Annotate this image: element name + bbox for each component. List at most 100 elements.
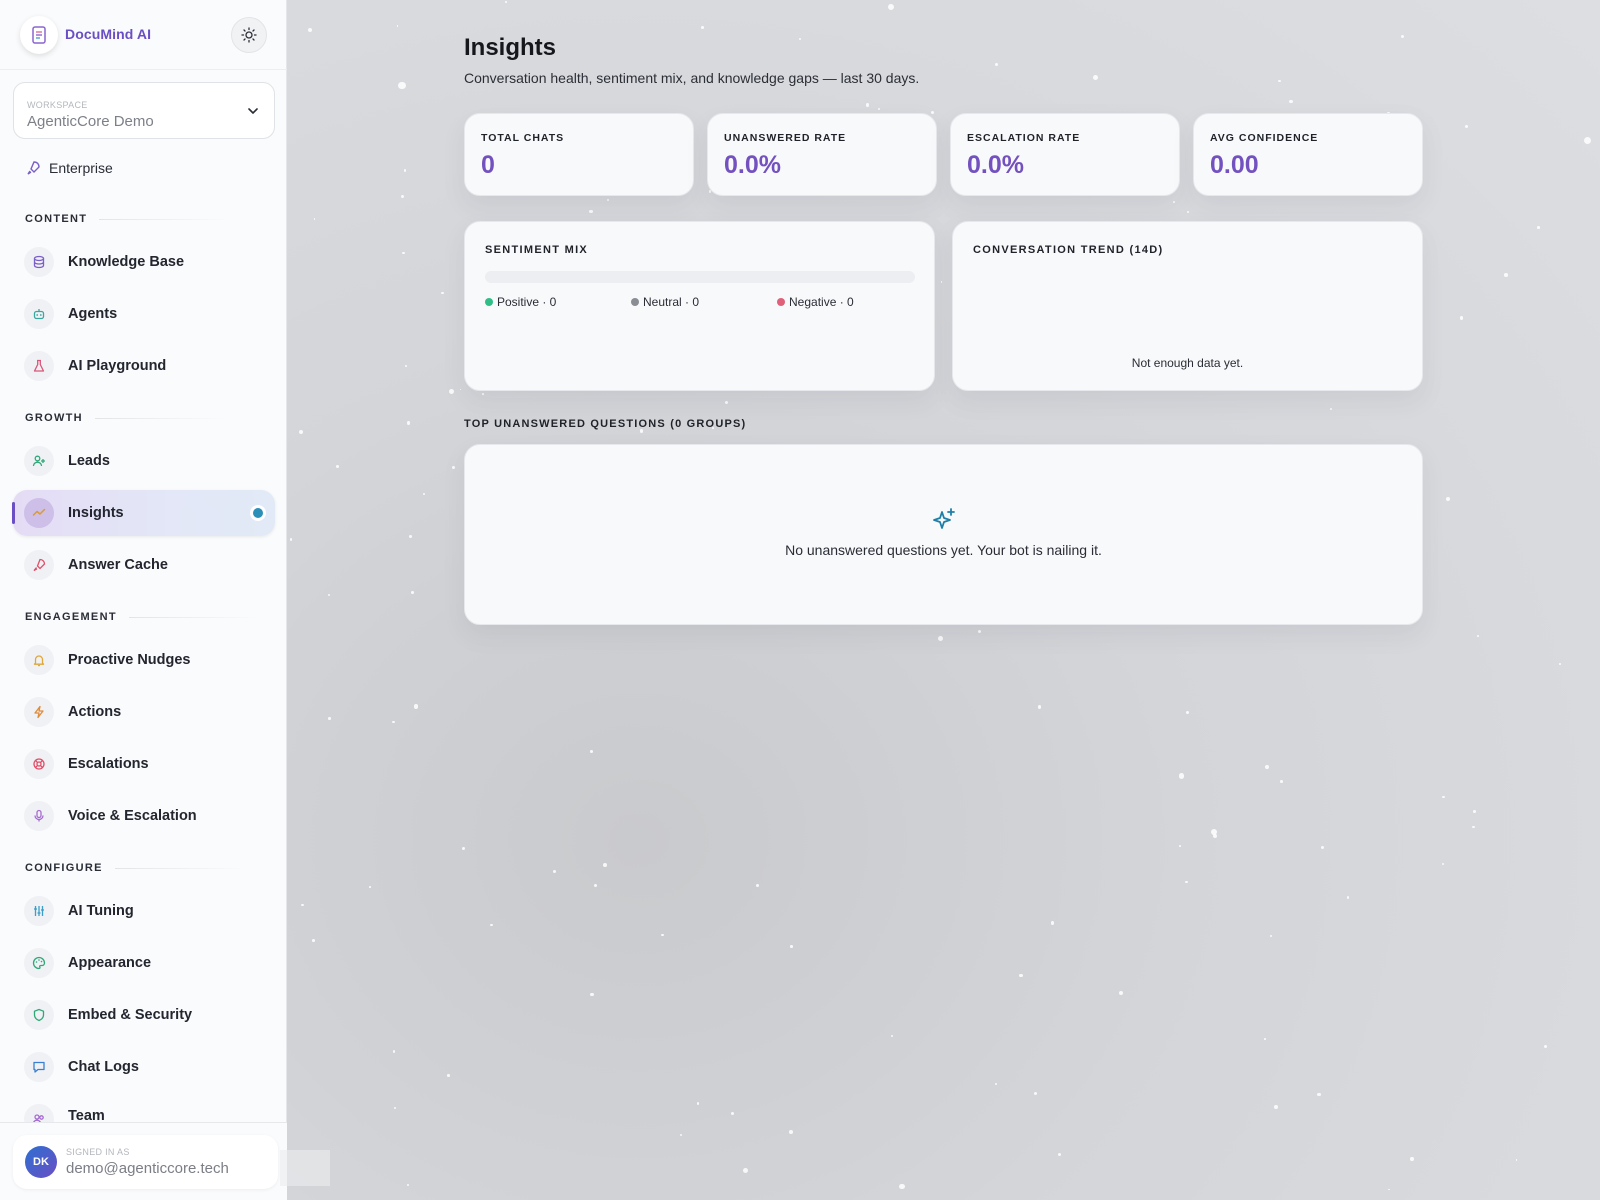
star-dot (335, 464, 339, 468)
section-title-growth: GROWTH (25, 412, 83, 424)
sidebar-item-agents[interactable]: Agents (13, 291, 275, 337)
star-dot (603, 863, 608, 868)
sidebar-item-proactive-nudges[interactable]: Proactive Nudges (13, 637, 275, 683)
sidebar-item-label: Team (68, 1108, 105, 1122)
star-dot (396, 25, 399, 27)
sidebar-item-voice-escalation[interactable]: Voice & Escalation (13, 793, 275, 839)
star-dot (1515, 1159, 1518, 1161)
robot-icon (24, 299, 54, 329)
star-dot (1178, 773, 1185, 779)
legend-neutral: Neutral · 0 (631, 295, 699, 309)
star-dot (481, 393, 484, 396)
star-dot (1347, 896, 1350, 899)
section-content: CONTENT (25, 213, 230, 225)
sidebar-item-leads[interactable]: Leads (13, 438, 275, 484)
user-card[interactable]: DK SIGNED IN AS demo@agenticcore.tech (13, 1135, 278, 1189)
star-dot (696, 1102, 699, 1105)
panel-title: SENTIMENT MIX (485, 244, 589, 256)
star-dot (1583, 136, 1591, 145)
sidebar-item-label: Appearance (68, 955, 152, 971)
plan-label: Enterprise (49, 160, 113, 176)
star-dot (940, 280, 943, 283)
sidebar-item-actions[interactable]: Actions (13, 689, 275, 735)
star-dot (1280, 780, 1283, 783)
conversation-trend-card: CONVERSATION TREND (14D) Not enough data… (952, 221, 1423, 391)
kpi-card-escalation-rate: ESCALATION RATE 0.0% (950, 113, 1180, 196)
palette-icon (24, 948, 54, 978)
star-dot (462, 847, 466, 851)
star-dot (1050, 921, 1054, 925)
star-dot (730, 1111, 735, 1116)
tooltip-ghost (280, 1150, 330, 1186)
star-dot (440, 291, 444, 295)
user-email: demo@agenticcore.tech (66, 1160, 229, 1177)
star-dot (1019, 973, 1023, 978)
star-dot (995, 62, 999, 66)
star-dot (931, 111, 935, 115)
panel-title: CONVERSATION TREND (14D) (973, 244, 1164, 256)
star-dot (888, 4, 895, 11)
sidebar-item-insights[interactable]: Insights (12, 490, 275, 536)
sidebar-item-ai-playground[interactable]: AI Playground (13, 343, 275, 389)
star-dot (1543, 1044, 1548, 1048)
star-dot (369, 886, 371, 888)
workspace-selector[interactable]: WORKSPACE AgenticCore Demo (13, 82, 275, 139)
star-dot (938, 636, 944, 642)
sidebar-item-label: Proactive Nudges (68, 652, 191, 668)
theme-toggle-button[interactable] (231, 17, 267, 53)
star-dot (679, 1133, 683, 1137)
sidebar-item-knowledge-base[interactable]: Knowledge Base (13, 239, 275, 285)
star-dot (1057, 1152, 1062, 1157)
microphone-icon (24, 801, 54, 831)
sidebar-item-label: Leads (68, 453, 110, 469)
sentiment-mix-card: SENTIMENT MIX Positive · 0 Neutral · 0 N… (464, 221, 935, 391)
sidebar-item-chat-logs[interactable]: Chat Logs (13, 1044, 275, 1090)
brand-logo-icon[interactable] (20, 16, 58, 54)
brand-header: DocuMind AI (0, 0, 287, 70)
star-dot (1269, 934, 1273, 938)
star-dot (327, 593, 331, 597)
sidebar-item-label: Voice & Escalation (68, 808, 197, 824)
life-buoy-icon (24, 749, 54, 779)
unanswered-questions-card: No unanswered questions yet. Your bot is… (464, 444, 1423, 625)
sidebar-item-team[interactable]: Team (13, 1096, 275, 1122)
users-icon (24, 1104, 54, 1122)
star-dot (899, 1183, 905, 1190)
sidebar-item-label: Embed & Security (68, 1007, 193, 1023)
star-dot (449, 389, 455, 395)
sidebar-item-label: AI Playground (68, 358, 167, 374)
star-dot (890, 1034, 894, 1038)
star-dot (504, 1, 507, 3)
user-footer: DK SIGNED IN AS demo@agenticcore.tech (0, 1122, 287, 1200)
star-dot (1442, 795, 1445, 798)
star-dot (1464, 125, 1468, 129)
positive-dot (485, 298, 493, 306)
star-dot (1317, 1093, 1321, 1097)
star-dot (552, 870, 557, 874)
star-dot (588, 209, 593, 214)
sidebar-item-escalations[interactable]: Escalations (13, 741, 275, 787)
star-dot (661, 933, 664, 937)
sun-icon (241, 27, 257, 43)
star-dot (790, 944, 793, 948)
star-dot (877, 107, 880, 110)
sidebar-item-ai-tuning[interactable]: AI Tuning (13, 888, 275, 934)
sidebar-item-appearance[interactable]: Appearance (13, 940, 275, 986)
sidebar-item-label: Insights (68, 505, 124, 521)
sidebar-item-embed-security[interactable]: Embed & Security (13, 992, 275, 1038)
star-dot (490, 923, 493, 926)
star-dot (700, 25, 704, 29)
star-dot (1118, 991, 1123, 996)
chevron-down-icon (248, 108, 258, 114)
star-dot (1321, 845, 1325, 849)
star-dot (1400, 34, 1404, 38)
sidebar-item-answer-cache[interactable]: Answer Cache (13, 542, 275, 588)
user-plus-icon (24, 446, 54, 476)
star-dot (1093, 75, 1099, 81)
star-dot (1472, 825, 1475, 829)
star-dot (1559, 663, 1562, 665)
star-dot (1211, 828, 1218, 835)
trend-empty-message: Not enough data yet. (1131, 356, 1244, 370)
star-dot (606, 198, 609, 201)
star-dot (1537, 226, 1540, 229)
